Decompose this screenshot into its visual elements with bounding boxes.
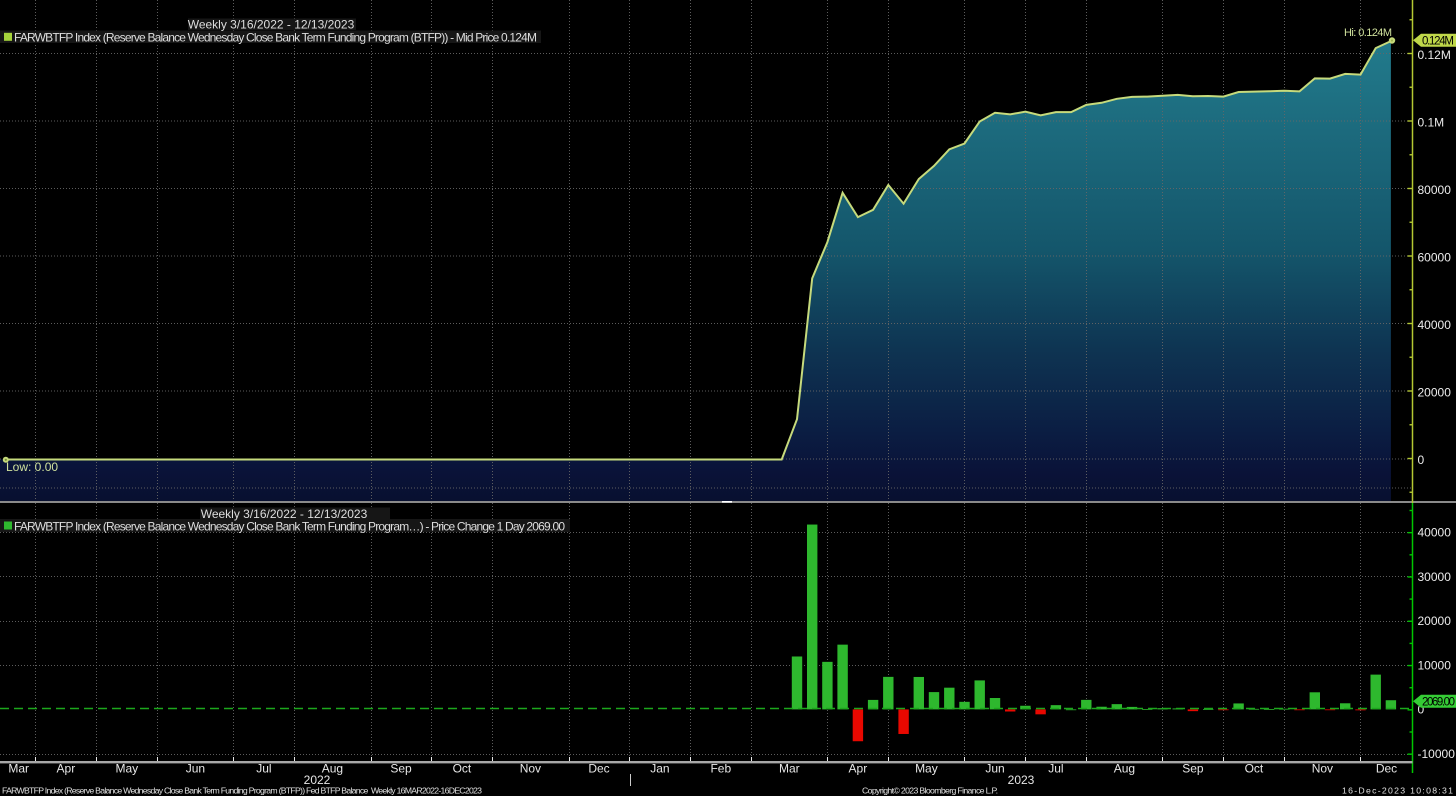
svg-text:20000: 20000: [1418, 614, 1452, 628]
svg-text:Jun: Jun: [186, 762, 205, 776]
svg-text:2069.00: 2069.00: [1422, 697, 1455, 709]
svg-text:Mar: Mar: [779, 762, 800, 776]
svg-text:Sep: Sep: [390, 762, 412, 776]
svg-text:Low: 0.00: Low: 0.00: [6, 460, 58, 474]
svg-text:Nov: Nov: [1312, 762, 1333, 776]
svg-text:Sep: Sep: [1182, 762, 1204, 776]
svg-text:2023: 2023: [1008, 773, 1035, 787]
svg-text:40000: 40000: [1418, 526, 1452, 540]
svg-text:Dec: Dec: [588, 762, 609, 776]
svg-text:Feb: Feb: [710, 762, 731, 776]
svg-text:0.12M: 0.12M: [1418, 48, 1451, 62]
svg-text:Jul: Jul: [256, 762, 271, 776]
svg-text:Nov: Nov: [520, 762, 541, 776]
svg-text:Weekly 3/16/2022 - 12/13/2023: Weekly 3/16/2022 - 12/13/2023: [188, 17, 355, 31]
svg-text:-10000: -10000: [1418, 747, 1456, 761]
svg-text:Oct: Oct: [453, 762, 472, 776]
svg-text:Mar: Mar: [8, 762, 29, 776]
svg-text:Jun: Jun: [985, 762, 1004, 776]
svg-text:Oct: Oct: [1245, 762, 1264, 776]
svg-text:0.1M: 0.1M: [1418, 115, 1445, 129]
svg-text:Jan: Jan: [650, 762, 669, 776]
svg-text:80000: 80000: [1418, 183, 1452, 197]
svg-text:FARWBTFP Index (Reserve Balanc: FARWBTFP Index (Reserve Balance Wednesda…: [14, 520, 565, 534]
svg-text:May: May: [915, 762, 938, 776]
svg-text:Copyright© 2023 Bloomberg Fina: Copyright© 2023 Bloomberg Finance L.P.: [862, 786, 998, 796]
svg-text:30000: 30000: [1418, 570, 1452, 584]
svg-text:May: May: [115, 762, 138, 776]
svg-text:16-Dec-2023 10:08:31: 16-Dec-2023 10:08:31: [1342, 786, 1453, 796]
svg-text:20000: 20000: [1418, 385, 1452, 399]
svg-text:Hi: 0.124M: Hi: 0.124M: [1344, 27, 1392, 39]
svg-text:FARWBTFP Index (Reserve Balanc: FARWBTFP Index (Reserve Balance Wednesda…: [14, 30, 537, 44]
svg-text:Apr: Apr: [849, 762, 868, 776]
svg-text:Dec: Dec: [1376, 762, 1397, 776]
svg-text:Apr: Apr: [57, 762, 76, 776]
svg-text:0.124M: 0.124M: [1422, 35, 1454, 47]
svg-text:40000: 40000: [1418, 318, 1452, 332]
svg-text:Jul: Jul: [1048, 762, 1063, 776]
svg-text:60000: 60000: [1418, 250, 1452, 264]
svg-text:FARWBTFP Index (Reserve Balanc: FARWBTFP Index (Reserve Balance Wednesda…: [2, 786, 482, 796]
svg-text:10000: 10000: [1418, 658, 1452, 672]
svg-text:Aug: Aug: [1114, 762, 1135, 776]
svg-text:0: 0: [1418, 453, 1425, 467]
